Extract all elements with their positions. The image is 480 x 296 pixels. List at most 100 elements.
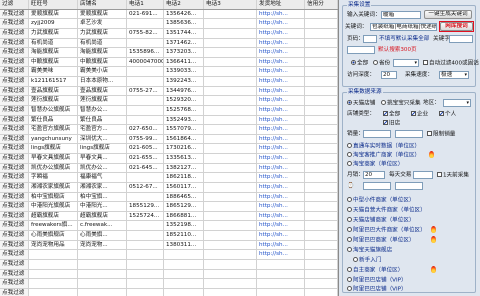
table-row[interactable]: 点我过滤 壹品旗舰店 壹品旗舰店 0755-27... 1344976... http:/…: [0, 86, 338, 97]
sales-max-input[interactable]: [395, 130, 423, 138]
cell-filter[interactable]: 点我过滤: [0, 57, 29, 67]
cell-filter[interactable]: 点我过滤: [0, 163, 29, 173]
col-header-credit[interactable]: 信用分: [305, 0, 338, 9]
cell-address[interactable]: http://sh...: [257, 19, 305, 28]
mode-radio-10[interactable]: 新手入门: [353, 257, 381, 265]
type-personal-checkbox[interactable]: 个人: [439, 111, 456, 119]
auto-filter-checkbox[interactable]: 自动过滤400或固话: [423, 60, 479, 68]
cell-address[interactable]: [257, 269, 305, 279]
table-row[interactable]: 点我过滤: [0, 288, 338, 296]
cell-address[interactable]: http://sh...: [257, 125, 305, 134]
cell-address[interactable]: http://sh...: [257, 96, 305, 105]
cell-address[interactable]: http://sh...: [257, 86, 305, 96]
filter-checkbox[interactable]: 1天前采集: [437, 172, 469, 180]
cell-filter[interactable]: 点我过滤: [0, 202, 29, 211]
type-old-checkbox[interactable]: 旧店: [383, 120, 400, 128]
table-row[interactable]: 点我过滤 中港阳光旗舰店 中港阳光... 1855129... 1865129... ht…: [0, 202, 338, 212]
cell-address[interactable]: http://sh...: [257, 77, 305, 86]
col-header-phone2[interactable]: 电话2: [164, 0, 204, 9]
cell-filter[interactable]: 点我过滤: [0, 115, 29, 125]
cell-address[interactable]: http://sh...: [257, 105, 305, 115]
cell-address[interactable]: http://sh...: [257, 211, 305, 221]
table-row[interactable]: 点我过滤: [0, 259, 338, 270]
cell-address[interactable]: http://sh...: [257, 231, 305, 240]
table-row[interactable]: 点我过滤 湘湘农家旗舰店 湘湘农家... 0512-67... 1560117... ht…: [0, 182, 338, 193]
cell-address[interactable]: [257, 279, 305, 288]
table-row[interactable]: 点我过滤 淘能旗舰店 淘能旗舰店 1535896... 1373203... http:/…: [0, 48, 338, 58]
mode-radio-3[interactable]: 淘宝商家（单位区）: [347, 161, 403, 169]
cell-filter[interactable]: 点我过滤: [0, 221, 29, 230]
province-radio[interactable]: 省份: [373, 60, 390, 68]
cell-address[interactable]: [257, 259, 305, 269]
cell-filter[interactable]: 点我过滤: [0, 231, 29, 240]
nation-radio[interactable]: 全部: [351, 60, 368, 68]
interval-input[interactable]: 20: [381, 71, 397, 79]
limit-sales-checkbox[interactable]: 限制销量: [427, 131, 455, 139]
src-sel-radio[interactable]: 挑宝宝只采集: [381, 100, 421, 108]
cell-filter[interactable]: 点我过滤: [0, 125, 29, 134]
cell-address[interactable]: http://sh...: [257, 182, 305, 192]
one-key-generate-button[interactable]: 一键生成关键词: [424, 10, 472, 19]
mode-radio-6[interactable]: 天猫店铺商家（单位区）: [347, 217, 415, 225]
table-row[interactable]: 点我过滤: [0, 269, 338, 280]
cell-filter[interactable]: 点我过滤: [0, 240, 29, 250]
cell-address[interactable]: http://sh...: [257, 154, 305, 163]
table-row[interactable]: 点我过滤 莲衍旗舰店 莲衍旗舰店 1529320... http://sh...: [0, 96, 338, 106]
cell-address[interactable]: http://sh...: [257, 28, 305, 38]
table-row[interactable]: 点我过滤 中酿旗舰店 中酿旗舰店 4000047000 1366411... http:/…: [0, 57, 338, 68]
table-row[interactable]: 点我过滤 宅盈官方旗舰店 宅盈官方... 027-650... 1557079... ht…: [0, 125, 338, 135]
src-tmall-radio[interactable]: 天猫店铺: [347, 100, 375, 108]
cell-filter[interactable]: 点我过滤: [0, 288, 29, 296]
table-row[interactable]: 点我过滤 宠尚宠物用品 宠尚宠物... 1380311... http://sh...: [0, 240, 338, 251]
table-row[interactable]: 点我过滤: [0, 279, 338, 289]
cell-address[interactable]: http://sh...: [257, 173, 305, 182]
table-row[interactable]: 点我过滤 霸美美味 霸美美小店 1339033... http://sh...: [0, 67, 338, 77]
col-header-filter[interactable]: 过滤: [0, 0, 29, 9]
table-row[interactable]: 点我过滤 柏中宝旗舰店 柏中宝旗... 1886465... http://sh...: [0, 192, 338, 203]
cell-filter[interactable]: 点我过滤: [0, 269, 29, 279]
cell-filter[interactable]: 点我过滤: [0, 250, 29, 259]
speed-select[interactable]: 极速: [439, 71, 469, 79]
cell-filter[interactable]: 点我过滤: [0, 192, 29, 202]
table-row[interactable]: 点我过滤 超霸旗舰店 超霸旗舰店 1525724... 1866881... http:/…: [0, 211, 338, 222]
mode-radio-4[interactable]: 中型小件商家（单位区）: [347, 197, 415, 205]
month-sales-input[interactable]: 20: [363, 171, 385, 179]
table-row[interactable]: 点我过滤 凯优办公旗舰店 凯优办公... 021-645... 1382127... ht…: [0, 163, 338, 174]
province-select[interactable]: [393, 59, 419, 67]
cell-filter[interactable]: 点我过滤: [0, 38, 29, 48]
cell-address[interactable]: http://sh...: [257, 192, 305, 202]
mode-radio-11[interactable]: 自主商家（单位区）: [347, 267, 403, 275]
cell-filter[interactable]: 点我过滤: [0, 134, 29, 144]
cell-filter[interactable]: 点我过滤: [0, 19, 29, 28]
cell-filter[interactable]: 点我过滤: [0, 259, 29, 269]
type-all-checkbox[interactable]: 全部: [383, 111, 400, 119]
table-row[interactable]: 点我过滤 心雨美旗舰店 心雨美旗... 1852110... http://sh...: [0, 231, 338, 241]
cell-address[interactable]: http://sh...: [257, 202, 305, 211]
col-header-address[interactable]: 发货地址: [257, 0, 305, 9]
table-row[interactable]: 点我过滤 zyjj2009 卓艺沙发 1385636... http://sh...: [0, 19, 338, 29]
region-select[interactable]: [443, 99, 471, 107]
pages-input[interactable]: [347, 46, 375, 54]
cell-filter[interactable]: 点我过滤: [0, 105, 29, 115]
mode-radio-7[interactable]: 阿里巴巴大件商家（单位区）: [347, 227, 426, 235]
cell-address[interactable]: http://sh...: [257, 48, 305, 57]
table-row[interactable]: 点我过滤 智慧办公旗舰店 智慧办公... 1525768... http://sh...: [0, 105, 338, 116]
keyword-input[interactable]: 暖箱: [381, 11, 421, 19]
mode-radio-12[interactable]: 阿里巴巴店铺（VIP）: [347, 277, 407, 285]
table-row[interactable]: 点我过滤 yangchunsuny 深圳优大... 0755-99... 1561864…: [0, 134, 338, 145]
cell-filter[interactable]: 点我过滤: [0, 48, 29, 57]
range-max-input[interactable]: [395, 182, 423, 190]
type-enterprise-checkbox[interactable]: 企业: [411, 111, 428, 119]
table-row[interactable]: 点我过滤 有机尚道 有机尚道 1371462... http://sh...: [0, 38, 338, 49]
mode-radio-13[interactable]: 阿里巴巴店铺（VIP）: [347, 286, 407, 294]
table-row[interactable]: 点我过滤 lings旗舰店 lings旗舰店 021-605... 1730216...…: [0, 144, 338, 154]
table-row[interactable]: 点我过滤 爱顺旗舰店 爱顺旗舰店 021-691... 1356426... http:/…: [0, 9, 338, 20]
cell-address[interactable]: http://sh...: [257, 67, 305, 76]
cell-address[interactable]: http://sh...: [257, 9, 305, 19]
mode-radio-5[interactable]: 天猫自营大件商家（单位区）: [347, 207, 426, 215]
keywords-input[interactable]: 包装纸箱|电商纸箱|快递纸箱: [370, 23, 437, 31]
table-row[interactable]: 点我过滤 力武旗舰店 力武旗舰店 0755-82... 1351744... http:/…: [0, 28, 338, 39]
search-input[interactable]: [449, 35, 473, 43]
cell-address[interactable]: http://sh...: [257, 134, 305, 144]
table-row[interactable]: 点我过滤 早春文具旗舰店 早春文具... 021-655... 1335613... ht…: [0, 154, 338, 164]
